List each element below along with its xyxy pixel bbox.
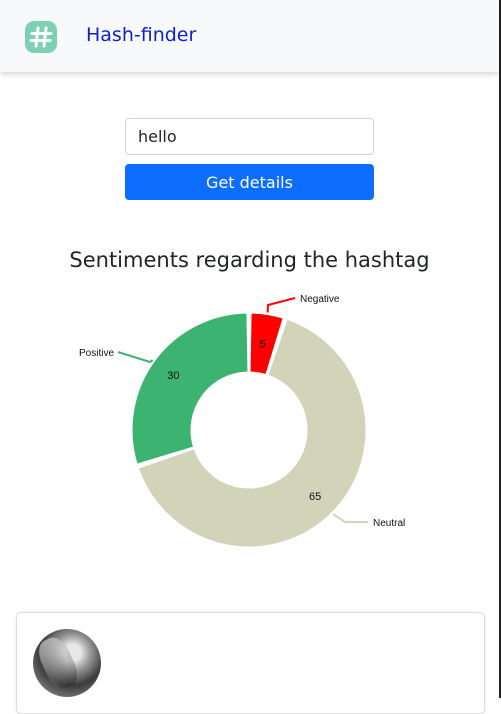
leader-line-neutral bbox=[332, 513, 368, 523]
tweet-card bbox=[16, 612, 485, 714]
value-label-negative: 5 bbox=[260, 339, 266, 351]
slice-positive[interactable] bbox=[131, 312, 249, 465]
hashtag-search-input[interactable] bbox=[125, 118, 374, 155]
chart-title: Sentiments regarding the hashtag bbox=[69, 248, 430, 272]
hashtag-icon[interactable] bbox=[25, 21, 57, 53]
sentiment-donut-chart: 5 Negative 65 Neutral 30 Positive bbox=[79, 294, 405, 548]
leader-line-negative bbox=[266, 297, 296, 313]
navbar: Hash-finder bbox=[0, 0, 499, 72]
user-avatar[interactable] bbox=[33, 629, 101, 697]
value-label-neutral: 65 bbox=[309, 491, 321, 503]
leader-line-positive bbox=[117, 351, 154, 364]
category-label-positive: Positive bbox=[79, 348, 114, 359]
brand-link[interactable]: Hash-finder bbox=[86, 24, 196, 46]
get-details-button[interactable]: Get details bbox=[125, 164, 374, 200]
value-label-positive: 30 bbox=[167, 370, 179, 382]
category-label-negative: Negative bbox=[300, 294, 340, 305]
category-label-neutral: Neutral bbox=[373, 518, 405, 529]
